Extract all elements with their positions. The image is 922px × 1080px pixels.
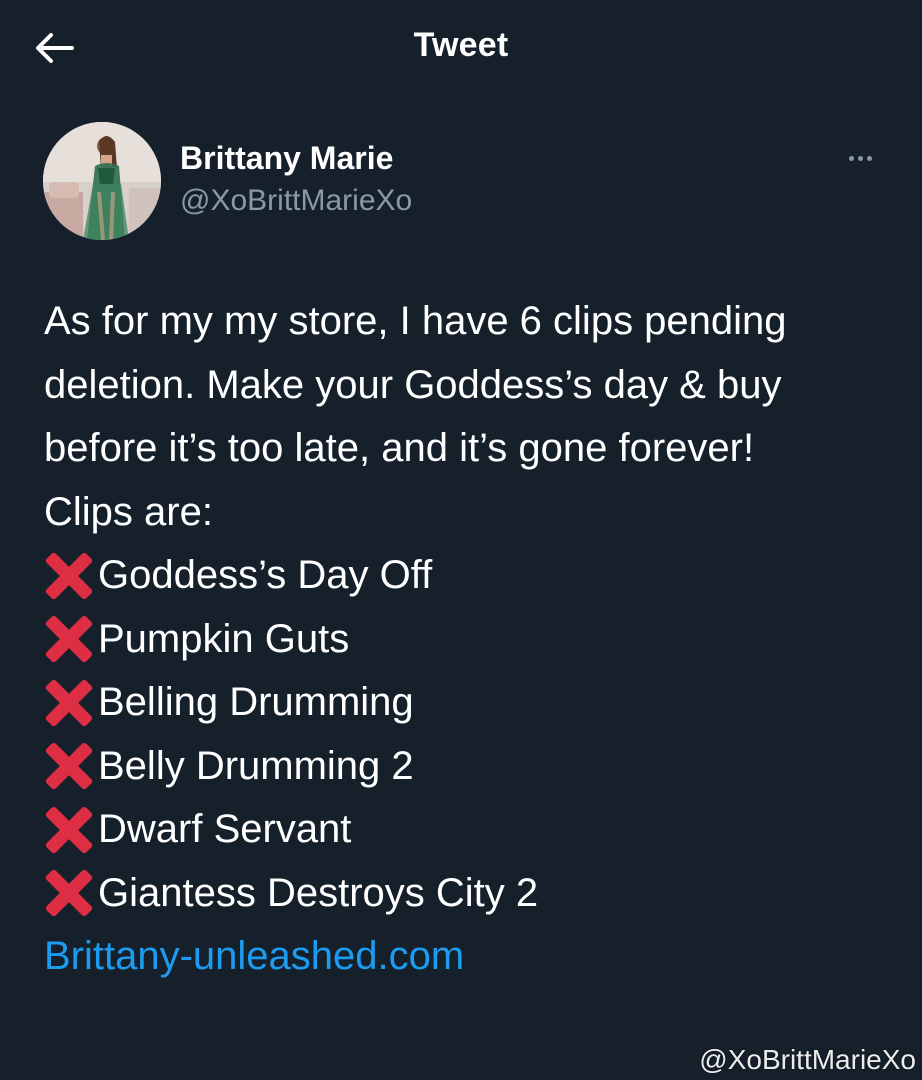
clip-title: Belling Drumming xyxy=(98,680,414,724)
tweet-paragraph: As for my my store, I have 6 clips pendi… xyxy=(44,299,787,470)
top-bar: Tweet xyxy=(0,0,922,96)
clip-title: Giantess Destroys City 2 xyxy=(98,870,539,915)
clip-title: Goddess’s Day Off xyxy=(98,553,433,597)
cross-mark-icon xyxy=(44,741,94,791)
cross-mark-icon xyxy=(44,551,94,601)
author-handle[interactable]: @XoBrittMarieXo xyxy=(180,184,412,218)
tweet-detail-screen: Tweet Brittany Marie @XoBrittMarieXo As … xyxy=(0,0,922,1080)
clips-heading: Clips are: xyxy=(44,489,213,534)
more-options-button[interactable] xyxy=(838,144,882,172)
avatar[interactable] xyxy=(43,122,161,240)
list-item: Goddess’s Day Off xyxy=(44,544,904,608)
avatar-photo xyxy=(43,122,161,240)
tweet-text: As for my my store, I have 6 clips pendi… xyxy=(44,290,904,989)
more-horizontal-icon xyxy=(848,155,854,161)
more-horizontal-icon-dot xyxy=(866,155,872,161)
more-horizontal-icon-dot xyxy=(857,155,863,161)
cross-mark-icon xyxy=(44,614,94,664)
clips-list: Goddess’s Day Off Pumpkin Guts Belling D… xyxy=(44,544,904,925)
clip-title: Belly Drumming 2 xyxy=(98,743,414,788)
clip-title: Dwarf Servant xyxy=(98,807,352,851)
list-item: Dwarf Servant xyxy=(44,798,904,862)
cross-mark-icon xyxy=(44,678,94,728)
list-item: Belly Drumming 2 xyxy=(44,735,904,799)
cross-mark-icon xyxy=(44,805,94,855)
list-item: Pumpkin Guts xyxy=(44,608,904,672)
clip-title: Pumpkin Guts xyxy=(98,616,350,661)
store-link[interactable]: Brittany-unleashed.com xyxy=(44,934,464,978)
list-item: Belling Drumming xyxy=(44,671,904,735)
list-item: Giantess Destroys City 2 xyxy=(44,862,904,926)
page-title: Tweet xyxy=(413,26,509,64)
cross-mark-icon xyxy=(44,868,94,918)
author-name[interactable]: Brittany Marie xyxy=(180,140,393,177)
watermark: @XoBrittMarieXo xyxy=(699,1044,916,1075)
